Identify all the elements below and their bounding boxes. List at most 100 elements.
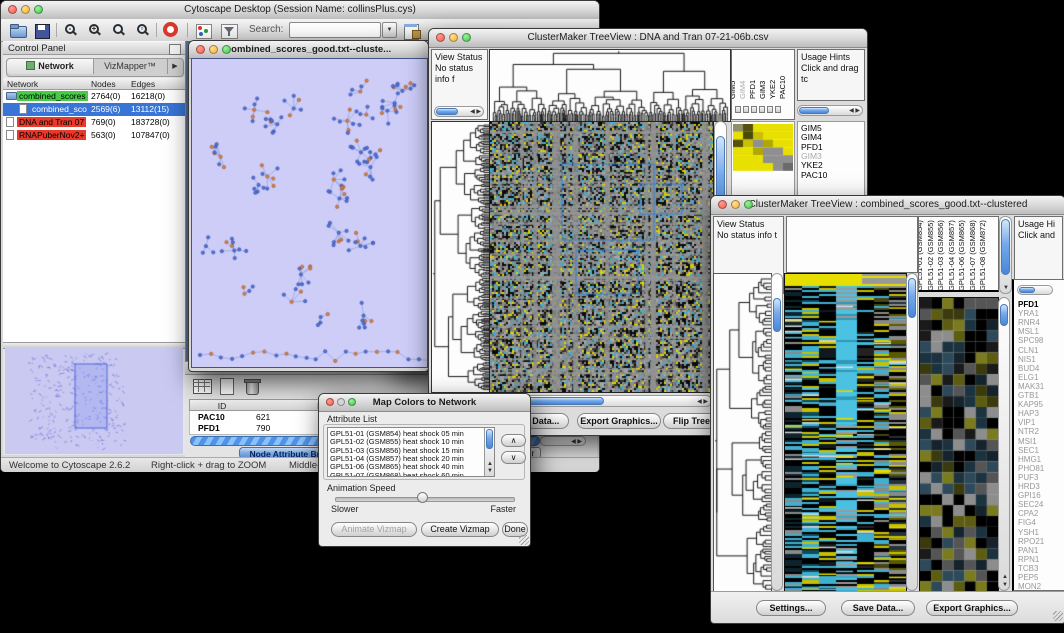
minimize-button[interactable] (337, 398, 345, 406)
tab-overflow-arrow[interactable]: ▶ (167, 59, 182, 74)
tab-network[interactable]: Network (7, 59, 94, 74)
dna-column-label[interactable]: PFD1 (748, 80, 757, 99)
close-button[interactable] (436, 33, 445, 42)
tv2-gene-label[interactable]: MSL1 (1018, 327, 1039, 336)
dna-column-label[interactable]: GIM3 (758, 81, 767, 99)
tv2-button-settings---[interactable]: Settings... (756, 600, 826, 616)
tv2-gene-label[interactable]: RPN1 (1018, 555, 1039, 564)
dna-gene-label[interactable]: PAC10 (801, 171, 827, 180)
zoom-window-button[interactable] (222, 45, 231, 54)
tv2-gene-label[interactable]: GTB1 (1018, 391, 1039, 400)
tv2-column-dendrogram-area[interactable] (786, 216, 918, 273)
tv2-gene-label[interactable]: RPO21 (1018, 537, 1044, 546)
dna-column-label[interactable]: YKE2 (768, 80, 777, 99)
treeview-dna-titlebar[interactable]: ClusterMaker TreeView : DNA and Tran 07-… (429, 29, 867, 48)
move-up-button[interactable]: ∧ (501, 434, 526, 447)
mini-tool-icon[interactable] (775, 106, 781, 113)
attribute-select-icon[interactable] (193, 378, 211, 396)
tv2-gene-label[interactable]: NIS1 (1018, 355, 1036, 364)
dna-column-label[interactable]: GIM5 (731, 81, 737, 99)
tv2-gene-label[interactable]: YRA1 (1018, 309, 1039, 318)
tab-vizmapper[interactable]: VizMapper™ (94, 59, 166, 74)
help-icon[interactable] (163, 22, 178, 37)
close-button[interactable] (8, 5, 17, 14)
resize-grip-icon[interactable] (519, 535, 529, 545)
network-list-row[interactable]: combined_sco2569(6)13112(15) (3, 103, 185, 116)
mini-tool-icon[interactable] (743, 106, 749, 113)
filter-icon[interactable] (221, 21, 239, 39)
animation-speed-slider-thumb[interactable] (417, 492, 428, 503)
dna-button-2[interactable]: Export Graphics... (577, 413, 661, 429)
close-button[interactable] (196, 45, 205, 54)
tv2-column-label[interactable]: GPL51-01 (GSM854) (918, 220, 924, 291)
tv2-gene-label[interactable]: HMG1 (1018, 455, 1041, 464)
resize-grip-icon[interactable] (1053, 611, 1063, 621)
tv2-button-export-graphics---[interactable]: Export Graphics... (926, 600, 1018, 616)
tv2-gene-label[interactable]: HAP3 (1018, 409, 1039, 418)
treeview-mini-toolbar[interactable] (734, 100, 794, 109)
tv2-gene-label[interactable]: MAK31 (1018, 382, 1044, 391)
dna-usage-scrollbar[interactable]: ◀ ▶ (797, 105, 863, 116)
minimize-button[interactable] (731, 200, 740, 209)
tv2-gene-label[interactable]: YSH1 (1018, 528, 1039, 537)
zoom-out-icon[interactable]: - (65, 24, 75, 34)
tv2-global-heatmap[interactable] (784, 273, 907, 593)
tv2-column-label[interactable]: GPL51-08 (GSM872) (978, 220, 987, 291)
dna-gene-label[interactable]: YKE2 (801, 161, 823, 170)
tv2-gene-label[interactable]: FIG4 (1018, 518, 1036, 527)
zoom-selected-icon[interactable]: ▫ (137, 24, 147, 34)
animate-vizmap-button[interactable]: Animate Vizmap (331, 522, 417, 537)
attribute-browser-icon[interactable] (403, 21, 421, 39)
tv2-column-label[interactable]: GPL51-04 (GSM857) (947, 220, 956, 291)
tv2-gene-label[interactable]: PUF3 (1018, 473, 1038, 482)
tv2-column-label[interactable]: GPL51-02 (GSM855) (926, 220, 935, 291)
minimize-button[interactable] (449, 33, 458, 42)
move-down-button[interactable]: ∨ (501, 451, 526, 464)
delete-attribute-icon[interactable] (243, 378, 261, 396)
tv2-gene-label[interactable]: PEP5 (1018, 573, 1038, 582)
dna-column-label[interactable]: GIM4 (738, 81, 747, 99)
tv2-gene-label[interactable]: CLN1 (1018, 346, 1038, 355)
network-overview-canvas[interactable] (5, 348, 183, 454)
tv2-zoom-heatmap[interactable] (919, 297, 999, 593)
mini-tool-icon[interactable] (767, 106, 773, 113)
network-list-row[interactable]: DNA and Tran 07769(0)183728(0) (3, 116, 185, 129)
tv2-gene-label[interactable]: ELG1 (1018, 373, 1038, 382)
network-list-row[interactable]: RNAPuberNov2+563(0)107847(0) (3, 129, 185, 142)
search-dropdown-arrow-icon[interactable]: ▼ (382, 22, 397, 38)
tv2-gene-label[interactable]: GPI16 (1018, 491, 1041, 500)
zoom-window-button[interactable] (348, 398, 356, 406)
tv2-gene-label[interactable]: KAP95 (1018, 400, 1043, 409)
tv2-zoom-vscrollbar[interactable]: ▲ ▼ (998, 297, 1010, 591)
zoom-window-button[interactable] (462, 33, 471, 42)
tv2-button-save-data---[interactable]: Save Data... (841, 600, 915, 616)
tv2-column-label[interactable]: GPL51-03 (GSM856) (936, 220, 945, 291)
tv2-gene-label[interactable]: MON2 (1018, 582, 1041, 591)
close-button[interactable] (718, 200, 727, 209)
save-session-icon[interactable] (33, 21, 51, 39)
main-titlebar[interactable]: Cytoscape Desktop (Session Name: collins… (1, 1, 599, 20)
create-vizmap-button[interactable]: Create Vizmap (421, 522, 499, 537)
dna-gene-label[interactable]: GIM4 (801, 133, 822, 142)
minimize-button[interactable] (209, 45, 218, 54)
dna-column-label[interactable]: PAC10 (778, 76, 787, 99)
open-file-icon[interactable] (9, 21, 27, 39)
float-panel-icon[interactable] (169, 44, 181, 55)
tv2-gene-label[interactable]: CPA2 (1018, 509, 1038, 518)
tv2-gene-label[interactable]: PAN1 (1018, 546, 1038, 555)
zoom-in-icon[interactable]: + (89, 24, 99, 34)
attribute-list-scrollbar[interactable]: ▲ ▼ (484, 428, 494, 476)
dna-zoom-matrix[interactable] (733, 124, 793, 171)
tv2-heatmap-vscrollbar[interactable] (906, 273, 918, 591)
attribute-item[interactable]: GPL51-07 (GSM868) heat shock 60 min (330, 471, 464, 478)
tv2-row-dendrogram[interactable] (713, 273, 772, 593)
scroll-arrows-icon[interactable]: ◀ ▶ (571, 438, 582, 446)
tv2-gene-label[interactable]: SEC1 (1018, 446, 1039, 455)
mini-tool-icon[interactable] (759, 106, 765, 113)
tv2-column-label[interactable]: GPL51-07 (GSM868) (968, 220, 977, 291)
zoom-window-button[interactable] (34, 5, 43, 14)
tv2-gene-label[interactable]: PHO81 (1018, 464, 1044, 473)
tv2-gene-label[interactable]: RNR4 (1018, 318, 1040, 327)
data-column-id[interactable]: ID (194, 401, 250, 411)
tv2-gene-label[interactable]: SPC98 (1018, 336, 1043, 345)
